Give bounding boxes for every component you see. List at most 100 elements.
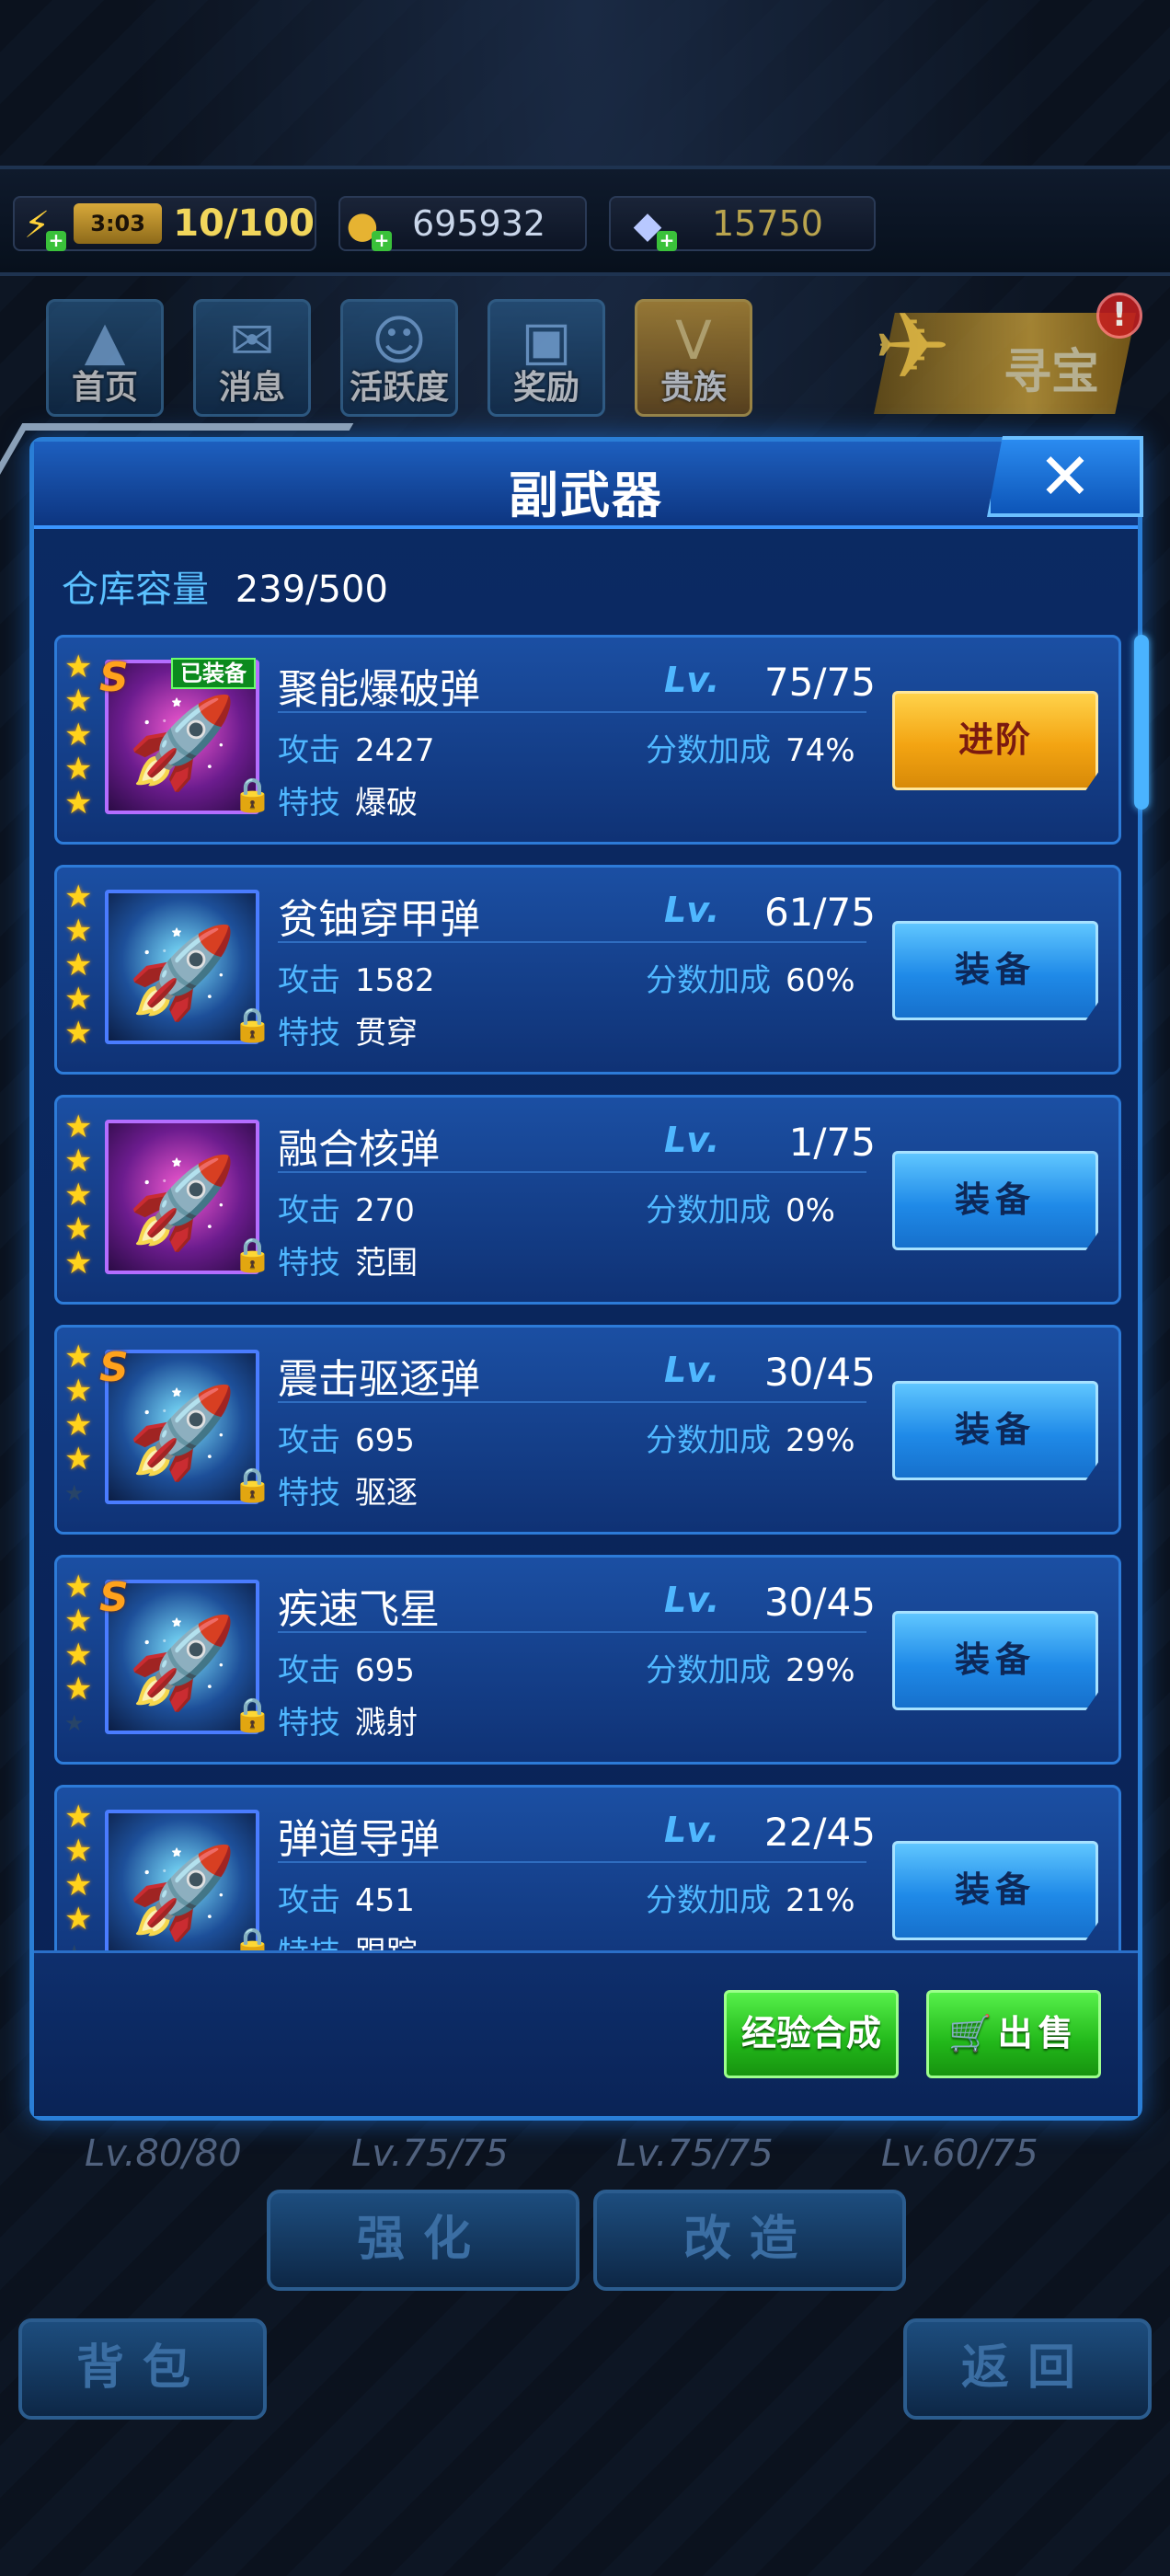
nav-message[interactable]: ✉ 消息 bbox=[193, 299, 311, 417]
star-rating: ★★★★★ bbox=[64, 1110, 101, 1281]
capacity-value: 239/500 bbox=[235, 569, 388, 611]
bonus-label: 分数加成 bbox=[646, 1422, 771, 1459]
panel-footer: 经验合成 🛒出售 bbox=[34, 1950, 1138, 2116]
alert-badge: ! bbox=[1096, 293, 1142, 339]
skill-value: 溅射 bbox=[355, 1705, 418, 1742]
nav-home[interactable]: ▲ 首页 bbox=[46, 299, 164, 417]
star-icon: ★ bbox=[64, 1833, 93, 1869]
modify-button[interactable]: 改造 bbox=[593, 2190, 906, 2291]
name-divider bbox=[278, 941, 866, 943]
star-icon: ★ bbox=[64, 751, 93, 788]
strengthen-button[interactable]: 强化 bbox=[267, 2190, 579, 2291]
skill-stat: 特技跟踪 bbox=[278, 1927, 418, 1950]
skill-label: 特技 bbox=[278, 1935, 340, 1950]
sell-label: 出售 bbox=[997, 2013, 1079, 2053]
attack-value: 695 bbox=[355, 1652, 415, 1689]
storage-capacity: 仓库容量 239/500 bbox=[62, 559, 388, 613]
bg-level: Lv.80/80 bbox=[85, 2133, 242, 2175]
star-icon: ★ bbox=[64, 1441, 93, 1478]
bonus-value: 60% bbox=[786, 962, 855, 999]
equip-button[interactable]: 装备 bbox=[892, 1611, 1098, 1710]
nav-reward[interactable]: ▣ 奖励 bbox=[488, 299, 605, 417]
bonus-label: 分数加成 bbox=[646, 962, 771, 999]
rank-badge: S bbox=[99, 654, 129, 701]
advance-button[interactable]: 进阶 bbox=[892, 691, 1098, 790]
star-icon: ★ bbox=[64, 1109, 93, 1145]
secondary-weapon-panel: 副武器 ✕ 仓库容量 239/500 ★ ★ ★ ★ ★ 🚀 S 已装备 🔒 聚能爆破弹… bbox=[0, 423, 1149, 2121]
star-icon: ★ bbox=[64, 1407, 93, 1443]
attack-stat: 攻击 270 bbox=[278, 1185, 415, 1230]
equip-button[interactable]: 装备 bbox=[892, 921, 1098, 1020]
exp-synthesis-button[interactable]: 经验合成 bbox=[724, 1990, 899, 2078]
level-label: Lv. bbox=[664, 890, 720, 930]
star-icon: ★ bbox=[64, 1637, 93, 1673]
bonus-label: 分数加成 bbox=[646, 732, 771, 769]
bonus-value: 74% bbox=[786, 732, 855, 769]
star-rating: ★★★★★ bbox=[64, 1570, 101, 1741]
skill-stat: 特技 溅射 bbox=[278, 1697, 418, 1742]
star-icon: ★ bbox=[64, 1211, 93, 1248]
name-divider bbox=[278, 1631, 866, 1633]
gold-resource[interactable]: ● + 695932 bbox=[338, 195, 587, 251]
bonus-label: 分数加成 bbox=[646, 1192, 771, 1229]
bonus-value: 29% bbox=[786, 1422, 855, 1459]
skill-value: 爆破 bbox=[355, 785, 418, 822]
weapon-item[interactable]: ★ ★ ★ ★ ★ 🚀 S 🔒 疾速飞星 Lv. 30/45 攻击 695 分数加成 29%… bbox=[54, 1555, 1121, 1765]
level-value: 22/45 bbox=[763, 1810, 876, 1855]
equip-button[interactable]: 装备 bbox=[892, 1841, 1098, 1940]
lock-icon: 🔒 bbox=[232, 1236, 273, 1274]
attack-value: 270 bbox=[355, 1192, 415, 1229]
skill-stat: 特技 驱逐 bbox=[278, 1467, 418, 1512]
bag-button[interactable]: 背包 bbox=[18, 2318, 267, 2420]
name-divider bbox=[278, 1861, 866, 1863]
weapon-list[interactable]: ★ ★ ★ ★ ★ 🚀 S 已装备 🔒 聚能爆破弹 Lv. 75/75 攻击 2427 分… bbox=[54, 635, 1121, 1950]
add-energy-icon[interactable]: + bbox=[46, 230, 66, 251]
attack-stat: 攻击 695 bbox=[278, 1415, 415, 1460]
bonus-stat: 分数加成 60% bbox=[646, 955, 855, 1000]
weapon-item[interactable]: ★ ★ ★ ★ ★ 🚀 S 已装备 🔒 聚能爆破弹 Lv. 75/75 攻击 2427 分… bbox=[54, 635, 1121, 845]
name-divider bbox=[278, 1171, 866, 1173]
nav-vip[interactable]: V 贵族 bbox=[635, 299, 752, 417]
attack-stat: 攻击 1582 bbox=[278, 955, 435, 1000]
nav-activity-label: 活跃度 bbox=[349, 369, 449, 407]
attack-label: 攻击 bbox=[278, 962, 340, 999]
list-scrollbar[interactable] bbox=[1134, 635, 1149, 810]
sell-button[interactable]: 🛒出售 bbox=[926, 1990, 1101, 2078]
weapon-level: Lv. 1/75 bbox=[664, 1120, 876, 1165]
equip-button[interactable]: 装备 bbox=[892, 1381, 1098, 1480]
gem-resource[interactable]: ◆ + 15750 bbox=[609, 195, 876, 251]
skill-label: 特技 bbox=[278, 1705, 340, 1742]
star-icon: ★ bbox=[64, 1937, 101, 1950]
weapon-level: Lv. 30/45 bbox=[664, 1350, 876, 1395]
weapon-name: 震击驱逐弹 bbox=[278, 1356, 480, 1403]
skill-stat: 特技 贯穿 bbox=[278, 1007, 418, 1052]
name-divider bbox=[278, 711, 866, 713]
add-gold-icon[interactable]: + bbox=[372, 230, 392, 251]
weapon-level: Lv. 22/45 bbox=[664, 1810, 876, 1855]
lock-icon: 🔒 bbox=[232, 776, 273, 814]
weapon-item[interactable]: ★ ★ ★ ★ ★ 🚀 S 🔒 震击驱逐弹 Lv. 30/45 攻击 695 分数加成 29… bbox=[54, 1325, 1121, 1535]
weapon-item[interactable]: ★★★★★ 🚀 🔒 弹道导弹 Lv. 22/45 攻击451 分数加成21% 特… bbox=[54, 1785, 1121, 1950]
level-label: Lv. bbox=[664, 1810, 720, 1850]
add-gem-icon[interactable]: + bbox=[657, 230, 677, 251]
energy-resource[interactable]: ⚡ + 3:03 10/100 bbox=[13, 195, 316, 251]
weapon-item[interactable]: ★ ★ ★ ★ ★ 🚀 🔒 贫铀穿甲弹 Lv. 61/75 攻击 1582 分数加成 60%… bbox=[54, 865, 1121, 1075]
star-icon: ★ bbox=[64, 1603, 93, 1639]
skill-value: 范围 bbox=[355, 1245, 418, 1282]
treasure-label: 寻宝 bbox=[1003, 345, 1099, 400]
attack-stat: 攻击 695 bbox=[278, 1645, 415, 1690]
star-icon: ★ bbox=[64, 1480, 85, 1506]
bonus-stat: 分数加成 29% bbox=[646, 1415, 855, 1460]
attack-label: 攻击 bbox=[278, 1882, 340, 1919]
star-icon: ★ bbox=[64, 1671, 93, 1708]
equip-button[interactable]: 装备 bbox=[892, 1151, 1098, 1250]
rank-badge: S bbox=[99, 1574, 129, 1621]
weapon-level: Lv. 30/45 bbox=[664, 1580, 876, 1625]
weapon-item[interactable]: ★ ★ ★ ★ ★ 🚀 🔒 融合核弹 Lv. 1/75 攻击 270 分数加成 0% 特技范… bbox=[54, 1095, 1121, 1305]
back-button[interactable]: 返回 bbox=[903, 2318, 1152, 2420]
attack-stat: 攻击 2427 bbox=[278, 725, 435, 770]
star-icon: ★ bbox=[64, 1710, 85, 1736]
nav-activity[interactable]: ☺ 活跃度 bbox=[340, 299, 458, 417]
skill-stat: 特技 范围 bbox=[278, 1237, 418, 1282]
close-button[interactable]: ✕ bbox=[987, 436, 1143, 517]
